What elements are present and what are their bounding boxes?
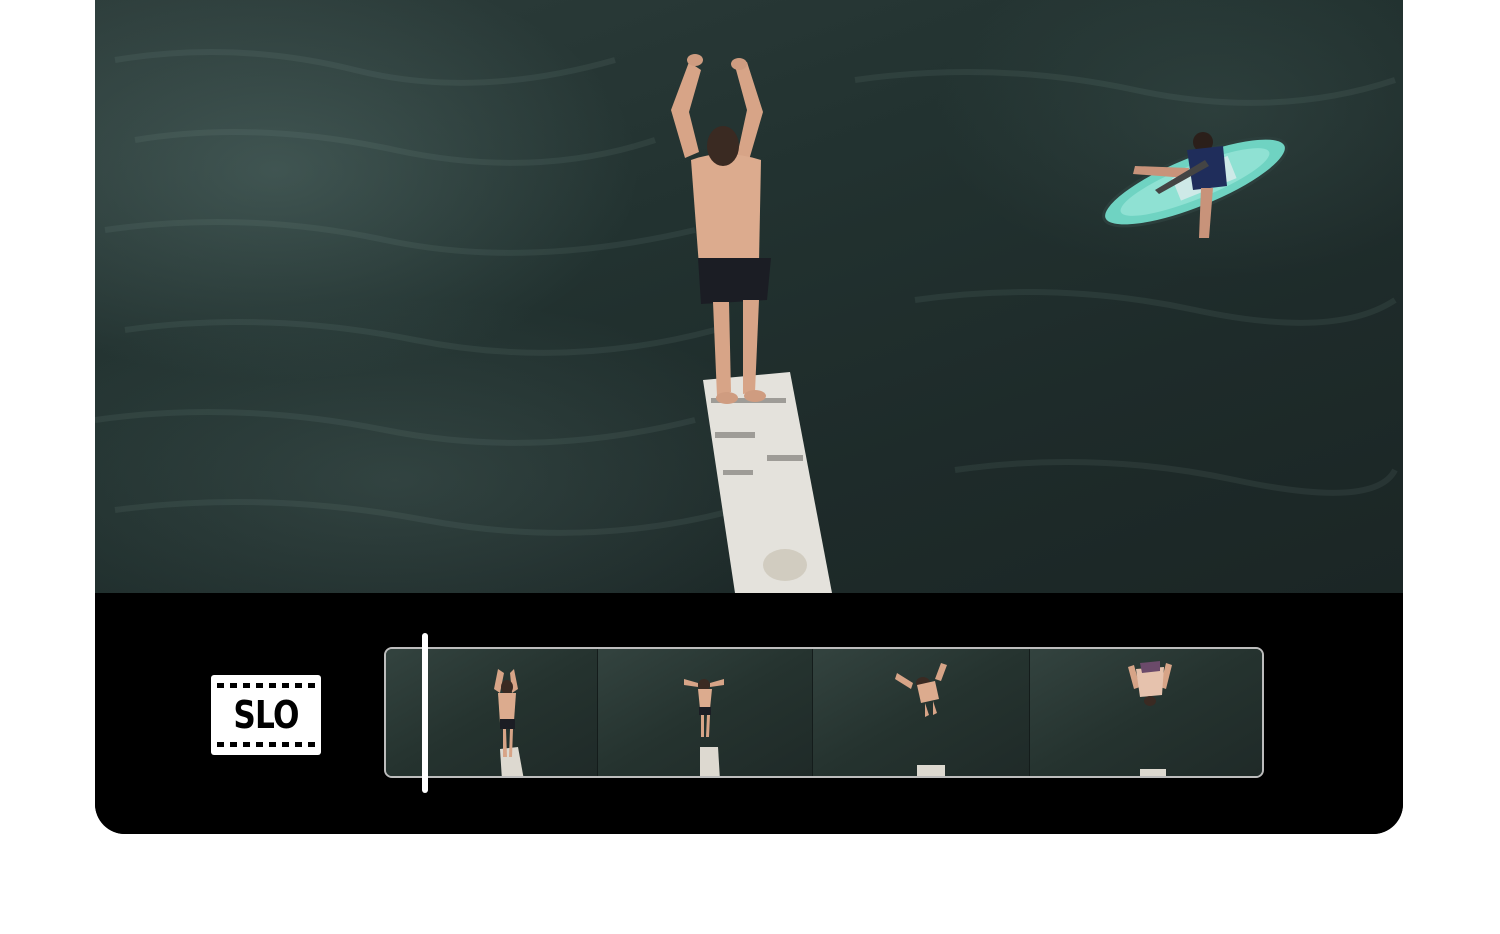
timeline-controls: SLO <box>95 593 1403 834</box>
film-perforations-bottom <box>217 742 315 747</box>
video-frame-image <box>95 49 1398 593</box>
filmstrip-frame <box>811 649 1029 776</box>
timeline-playhead[interactable] <box>422 633 428 793</box>
video-editor-card: SLO <box>95 0 1403 834</box>
slow-motion-toggle[interactable]: SLO <box>211 675 321 755</box>
slow-motion-label: SLO <box>233 693 299 737</box>
filmstrip-frame <box>1028 649 1262 776</box>
video-preview[interactable] <box>95 0 1403 593</box>
filmstrip-frame <box>597 649 812 776</box>
filmstrip-frame <box>386 649 598 776</box>
film-perforations-top <box>217 683 315 688</box>
timeline-filmstrip[interactable] <box>384 647 1264 778</box>
